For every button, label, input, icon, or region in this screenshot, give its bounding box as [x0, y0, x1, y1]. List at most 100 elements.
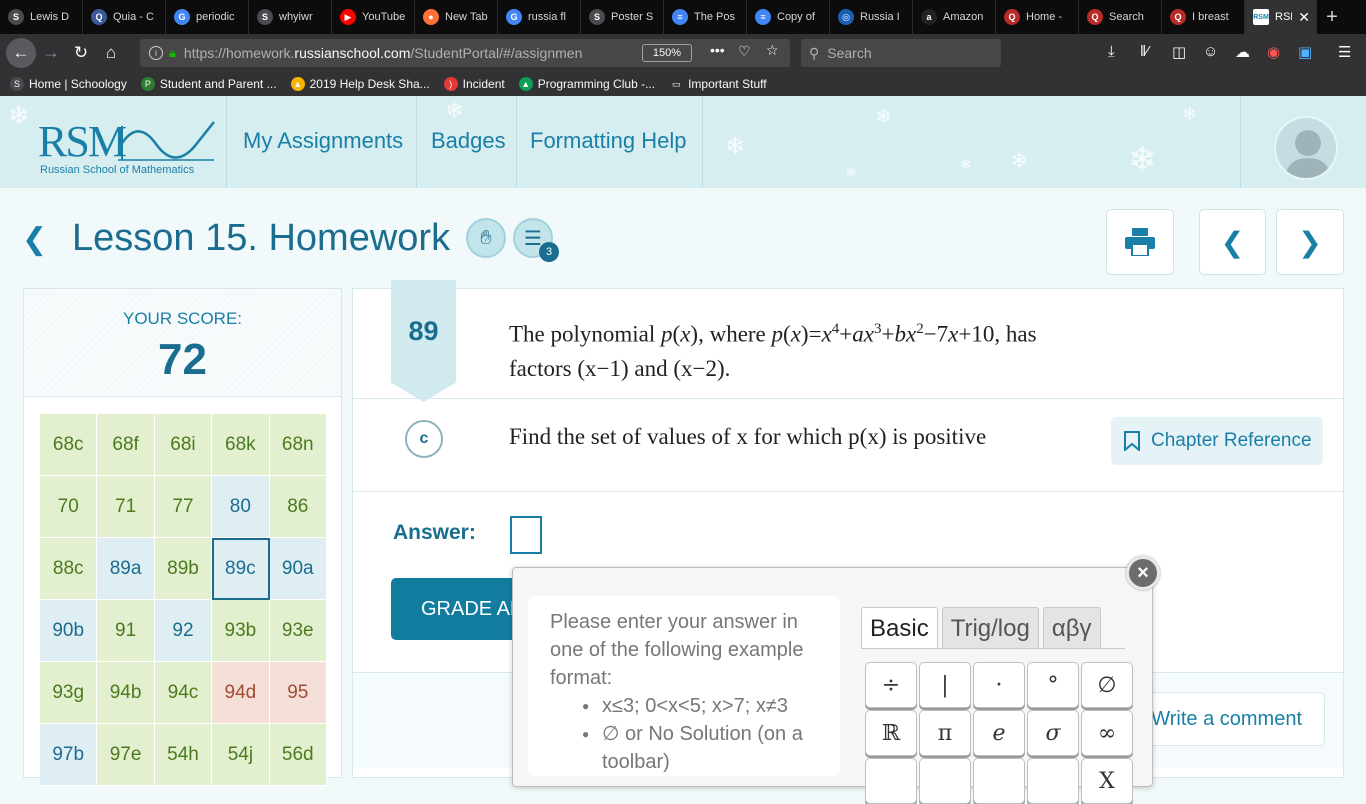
lock-icon[interactable]: 🔒︎: [169, 45, 176, 61]
bookmark-star-icon[interactable]: ☆: [766, 42, 779, 59]
browser-tab[interactable]: S Poster S: [581, 0, 664, 34]
print-button[interactable]: [1106, 209, 1174, 275]
problem-cell[interactable]: 70: [40, 476, 98, 538]
problem-cell[interactable]: 91: [97, 600, 155, 662]
bookmark-item[interactable]: ▲ Programming Club -...: [518, 77, 655, 91]
browser-tab[interactable]: Q I breast: [1162, 0, 1245, 34]
pocket-icon[interactable]: ♡: [738, 43, 751, 60]
browser-tab[interactable]: ● New Tab: [415, 0, 498, 34]
browser-tab[interactable]: Q Search: [1079, 0, 1162, 34]
download-icon[interactable]: ⤓: [1108, 43, 1115, 60]
problem-cell[interactable]: 95: [269, 662, 327, 724]
zoom-indicator[interactable]: 150%: [642, 44, 692, 62]
bookmark-item[interactable]: ▲ 2019 Help Desk Sha...: [290, 77, 430, 91]
browser-tab[interactable]: a Amazon: [913, 0, 996, 34]
problem-cell[interactable]: 92: [154, 600, 213, 662]
problem-cell[interactable]: 86: [269, 476, 327, 538]
keyboard-key[interactable]: ∅: [1081, 662, 1133, 708]
previous-problem-button[interactable]: ❮: [1199, 209, 1266, 275]
forward-button[interactable]: →: [36, 38, 66, 68]
keyboard-key[interactable]: °: [1027, 662, 1079, 708]
problem-cell[interactable]: 88c: [40, 538, 98, 600]
keyboard-key[interactable]: σ: [1027, 710, 1079, 756]
bookmark-item[interactable]: ▭ Important Stuff: [669, 77, 767, 91]
browser-tab[interactable]: S Lewis D: [0, 0, 83, 34]
library-icon[interactable]: ‖⁄: [1140, 43, 1149, 60]
grade-answer-button[interactable]: GRADE AN: [391, 578, 531, 640]
keyboard-key[interactable]: X: [1081, 758, 1133, 804]
home-button[interactable]: ⌂: [96, 38, 126, 68]
problem-cell[interactable]: 68k: [212, 414, 270, 476]
rsm-logo[interactable]: RSM Russian School of Mathematics: [38, 116, 215, 176]
keyboard-key[interactable]: ÷: [865, 662, 917, 708]
problem-cell[interactable]: 68f: [97, 414, 155, 476]
browser-tab[interactable]: Q Home -: [996, 0, 1079, 34]
problem-cell[interactable]: 94c: [154, 662, 213, 724]
tab-basic[interactable]: Basic: [861, 607, 938, 649]
browser-tab[interactable]: Q Quia - C: [83, 0, 166, 34]
problem-cell[interactable]: 90b: [40, 600, 98, 662]
hand-badge[interactable]: ✋︎: [466, 218, 506, 258]
bookmark-item[interactable]: P Student and Parent ...: [140, 77, 277, 91]
account-icon[interactable]: ☺: [1203, 43, 1218, 60]
new-tab-button[interactable]: +: [1317, 0, 1347, 34]
problem-cell[interactable]: 68i: [154, 414, 213, 476]
browser-tab-active[interactable]: RSM RSM ✕: [1245, 0, 1317, 34]
url-bar[interactable]: i 🔒︎ https://homework.russianschool.com/…: [140, 39, 790, 67]
browser-tab[interactable]: Grussia fl: [498, 0, 581, 34]
browser-tab[interactable]: ◎ Russia I: [830, 0, 913, 34]
browser-tab[interactable]: Swhyiwr: [249, 0, 332, 34]
next-problem-button[interactable]: ❯: [1276, 209, 1344, 275]
chapter-reference-button[interactable]: Chapter Reference: [1111, 417, 1323, 465]
nav-my-assignments[interactable]: My Assignments: [243, 128, 403, 154]
problem-cell[interactable]: 56d: [269, 724, 327, 786]
problem-cell[interactable]: 97b: [40, 724, 98, 786]
problem-cell[interactable]: 94b: [97, 662, 155, 724]
browser-tab[interactable]: Gperiodic: [166, 0, 249, 34]
keyboard-key[interactable]: π: [919, 710, 971, 756]
tab-greek[interactable]: αβγ: [1042, 607, 1101, 649]
nav-badges[interactable]: Badges: [431, 128, 506, 154]
problem-cell[interactable]: 54j: [212, 724, 270, 786]
problem-cell[interactable]: 89b: [154, 538, 213, 600]
problem-cell[interactable]: 80: [212, 476, 270, 538]
problem-cell[interactable]: 93g: [40, 662, 98, 724]
tab-trig-log[interactable]: Trig/log: [941, 607, 1039, 649]
bookmark-item[interactable]: S Home | Schoology: [10, 77, 127, 91]
menu-icon[interactable]: ☰: [1338, 43, 1351, 61]
nav-formatting-help[interactable]: Formatting Help: [530, 128, 687, 154]
browser-tab[interactable]: ▶ YouTube: [332, 0, 415, 34]
problem-cell[interactable]: 90a: [269, 538, 327, 600]
problem-cell[interactable]: 97e: [97, 724, 155, 786]
problem-cell[interactable]: 89c: [212, 538, 270, 600]
bookmark-item[interactable]: ) Incident: [443, 77, 505, 91]
problem-cell[interactable]: 71: [97, 476, 155, 538]
answer-input[interactable]: [510, 516, 542, 554]
close-icon[interactable]: ×: [1126, 556, 1160, 590]
keyboard-key[interactable]: ℝ: [865, 710, 917, 756]
keyboard-key[interactable]: [919, 758, 971, 804]
page-actions-icon[interactable]: •••: [710, 42, 725, 58]
keyboard-key[interactable]: e: [973, 710, 1025, 756]
problem-cell[interactable]: 89a: [97, 538, 155, 600]
problem-cell[interactable]: 93b: [212, 600, 270, 662]
browser-tab[interactable]: ≡ Copy of: [747, 0, 830, 34]
keyboard-key[interactable]: ∞: [1081, 710, 1133, 756]
problem-cell[interactable]: 94d: [212, 662, 270, 724]
extension-2-icon[interactable]: ▣: [1298, 43, 1312, 61]
keyboard-key[interactable]: ·: [973, 662, 1025, 708]
ublock-icon[interactable]: ◉: [1267, 43, 1280, 61]
problem-cell[interactable]: 77: [154, 476, 213, 538]
problem-cell[interactable]: 68n: [269, 414, 327, 476]
info-icon[interactable]: i: [149, 46, 163, 60]
sidebar-icon[interactable]: ◫: [1172, 43, 1186, 61]
browser-tab[interactable]: ≡ The Pos: [664, 0, 747, 34]
problem-cell[interactable]: 93e: [269, 600, 327, 662]
extension-icon[interactable]: ☁: [1235, 43, 1250, 61]
keyboard-key[interactable]: [1027, 758, 1079, 804]
back-button[interactable]: ←: [6, 38, 36, 68]
avatar[interactable]: [1274, 116, 1338, 180]
keyboard-key[interactable]: [973, 758, 1025, 804]
url-text[interactable]: https://homework.russianschool.com/Stude…: [184, 45, 584, 61]
problem-cell[interactable]: 54h: [154, 724, 213, 786]
